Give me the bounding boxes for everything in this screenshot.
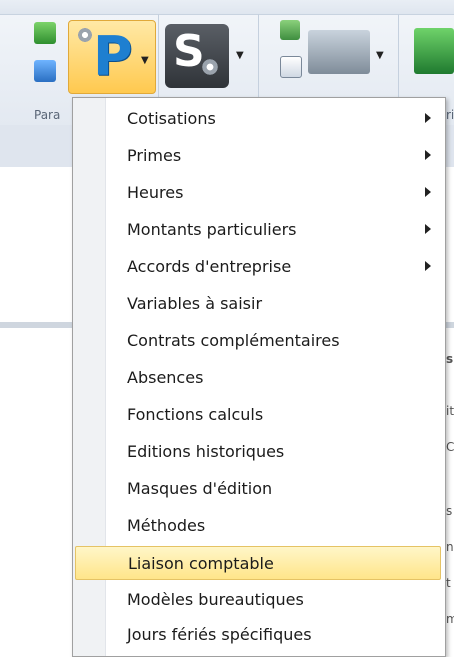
workspace-divider — [0, 322, 72, 328]
s-logo-icon: S — [173, 26, 205, 77]
menu-item-label: Contrats complémentaires — [127, 331, 340, 350]
submenu-arrow-icon — [425, 150, 431, 160]
calendar-icon[interactable] — [280, 56, 302, 78]
peek-text: t — [446, 576, 451, 590]
workspace-left — [0, 167, 72, 655]
p-parametres-button[interactable]: P ▼ — [68, 20, 156, 94]
submenu-arrow-icon — [425, 224, 431, 234]
menu-item-heures[interactable]: Heures — [75, 176, 441, 210]
menu-item-modeles-bureautiques[interactable]: Modèles bureautiques — [75, 583, 441, 617]
parametres-dropdown-menu: Cotisations Primes Heures Montants parti… — [72, 97, 446, 657]
menu-item-fonctions-calculs[interactable]: Fonctions calculs — [75, 398, 441, 432]
ribbon-top-strip — [0, 0, 454, 15]
building-icon[interactable] — [308, 30, 370, 74]
menu-item-label: Liaison comptable — [128, 554, 274, 573]
menu-item-contrats-complementaires[interactable]: Contrats complémentaires — [75, 324, 441, 358]
menu-item-label: Masques d'édition — [127, 479, 273, 498]
import-export-icon[interactable] — [414, 28, 454, 74]
p-logo-icon: P — [93, 25, 133, 88]
menu-item-label: Méthodes — [127, 516, 206, 535]
menu-item-variables-a-saisir[interactable]: Variables à saisir — [75, 287, 441, 321]
ribbon-group-label: ri — [446, 108, 454, 122]
peek-text: s — [446, 504, 453, 518]
menu-item-jours-feries-specifiques[interactable]: Jours fériés spécifiques — [75, 618, 441, 652]
toggle-settings-icon[interactable] — [34, 22, 56, 44]
s-module-button[interactable]: S — [165, 24, 229, 88]
chevron-down-icon[interactable]: ▼ — [376, 50, 384, 61]
percent-icon[interactable] — [34, 60, 56, 82]
chevron-down-icon[interactable]: ▼ — [236, 50, 244, 61]
submenu-arrow-icon — [425, 187, 431, 197]
gear-icon — [201, 58, 219, 76]
menu-item-label: Cotisations — [127, 109, 216, 128]
menu-item-label: Accords d'entreprise — [127, 257, 292, 276]
peek-text: n — [446, 540, 454, 554]
peek-text: it — [446, 404, 454, 418]
ribbon-group-label: Para — [34, 108, 61, 122]
menu-item-accords-entreprise[interactable]: Accords d'entreprise — [75, 250, 441, 284]
menu-item-label: Montants particuliers — [127, 220, 297, 239]
menu-item-label: Jours fériés spécifiques — [127, 625, 312, 644]
menu-item-primes[interactable]: Primes — [75, 139, 441, 173]
menu-item-label: Editions historiques — [127, 442, 285, 461]
submenu-arrow-icon — [425, 113, 431, 123]
menu-item-editions-historiques[interactable]: Editions historiques — [75, 435, 441, 469]
menu-item-label: Heures — [127, 183, 184, 202]
menu-item-methodes[interactable]: Méthodes — [75, 509, 441, 543]
submenu-arrow-icon — [425, 261, 431, 271]
menu-item-label: Primes — [127, 146, 182, 165]
peek-text: C — [446, 440, 454, 454]
menu-item-label: Modèles bureautiques — [127, 590, 304, 609]
menu-item-cotisations[interactable]: Cotisations — [75, 102, 441, 136]
menu-item-liaison-comptable[interactable]: Liaison comptable — [75, 546, 441, 580]
menu-item-label: Fonctions calculs — [127, 405, 264, 424]
gear-icon — [77, 27, 93, 43]
peek-text: s — [446, 352, 454, 366]
users-icon[interactable] — [280, 20, 300, 40]
chevron-down-icon: ▼ — [141, 55, 149, 66]
menu-item-montants-particuliers[interactable]: Montants particuliers — [75, 213, 441, 247]
menu-item-label: Variables à saisir — [127, 294, 263, 313]
menu-item-absences[interactable]: Absences — [75, 361, 441, 395]
menu-item-masques-edition[interactable]: Masques d'édition — [75, 472, 441, 506]
peek-text: m — [446, 612, 454, 626]
menu-item-label: Absences — [127, 368, 204, 387]
